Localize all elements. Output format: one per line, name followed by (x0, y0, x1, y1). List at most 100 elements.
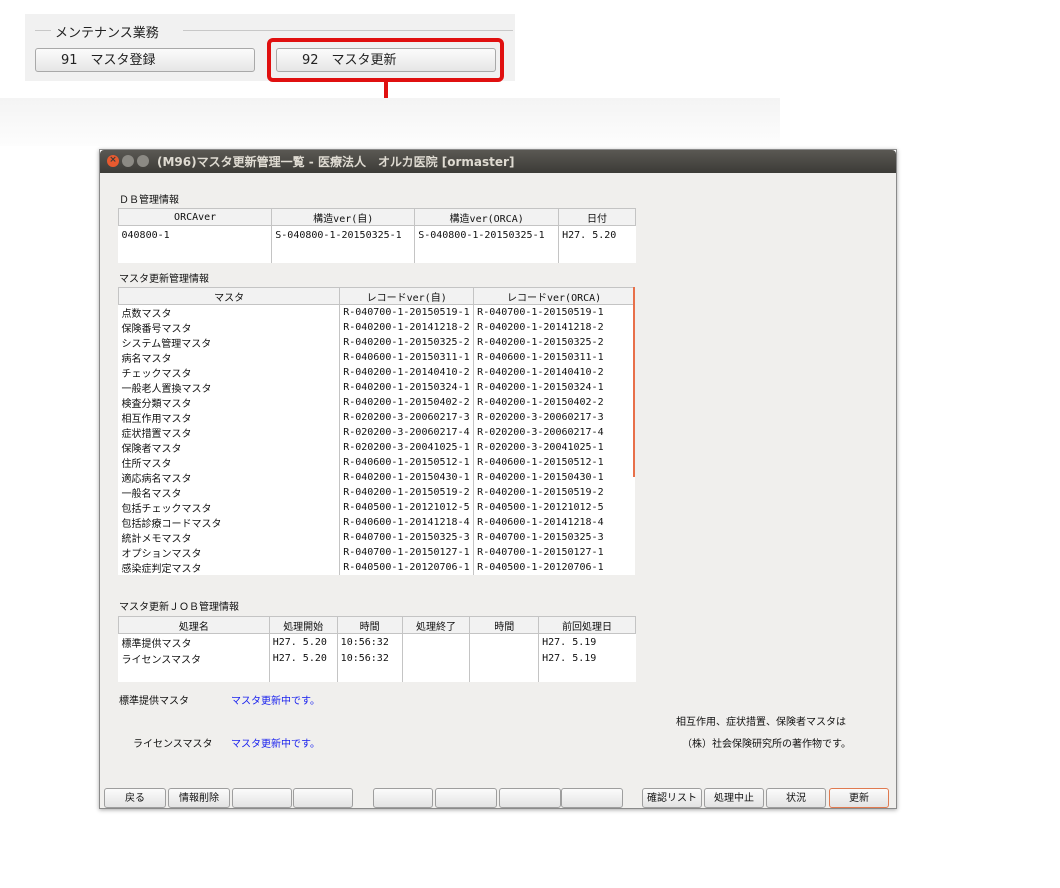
table-cell: R-040200-1-20150430-1 (339, 470, 474, 485)
table-cell: H27. 5.20 (268, 650, 338, 667)
table-row[interactable]: 相互作用マスタ R-020200-3-20060217-3 R-020200-3-2… (119, 410, 635, 425)
table-cell: R-040200-1-20140410-2 (473, 365, 635, 380)
minimize-icon[interactable] (122, 155, 134, 167)
table-cell: R-040500-1-20120706-1 (473, 560, 635, 575)
table-cell (469, 666, 539, 682)
table-cell: H27. 5.20 (268, 633, 338, 651)
table-cell: R-040600-1-20141218-4 (473, 515, 635, 530)
empty-function-button[interactable] (561, 788, 623, 808)
table-cell: R-040600-1-20150512-1 (473, 455, 635, 470)
table-row[interactable]: システム管理マスタ R-040200-1-20150325-2 R-040200-1… (119, 335, 635, 350)
column-header[interactable]: 処理開始 (268, 616, 338, 634)
table-cell: 感染症判定マスタ (121, 564, 202, 575)
column-header[interactable]: マスタ (117, 287, 341, 305)
column-header[interactable]: レコードver(自) (339, 287, 475, 305)
table-cell: R-040200-1-20150324-1 (339, 380, 474, 395)
column-header[interactable]: 日付 (558, 208, 636, 226)
table-cell: R-020200-3-20060217-4 (339, 425, 474, 440)
db-info-table: ORCAver 構造ver(自) 構造ver(ORCA) 日付 040800-1 S-0… (117, 208, 636, 263)
table-cell: R-040200-1-20140410-2 (339, 365, 474, 380)
table-cell: R-020200-3-20041025-1 (339, 440, 474, 455)
window-body: ＤＢ管理情報 ORCAver 構造ver(自) 構造ver(ORCA) 日付 0408… (100, 173, 896, 808)
table-cell: R-040700-1-20150325-3 (473, 530, 635, 545)
table-cell (271, 244, 415, 263)
column-header[interactable]: 構造ver(ORCA) (414, 208, 560, 226)
table-row[interactable]: 一般老人置換マスタ R-040200-1-20150324-1 R-040200-1… (119, 380, 635, 395)
table-row[interactable]: 標準提供マスタ H27. 5.20 10:56:32 H27. 5.19 (119, 633, 636, 651)
column-header[interactable]: 前回処理日 (538, 616, 636, 634)
table-cell: 症状措置マスタ (121, 429, 192, 440)
table-cell: R-040200-1-20150324-1 (473, 380, 635, 395)
table-row[interactable]: オプションマスタ R-040700-1-20150127-1 R-040700-1-… (119, 545, 635, 560)
table-row[interactable]: 点数マスタ R-040700-1-20150519-1 R-040700-1-201… (119, 304, 635, 320)
column-header[interactable]: 処理名 (118, 616, 270, 634)
update-button[interactable]: 更新 (829, 788, 889, 808)
master-update-window: × (M96)マスタ更新管理一覧 - 医療法人 オルカ医院 [ormaster]… (99, 149, 897, 809)
table-cell: ライセンスマスタ (121, 655, 202, 667)
table-cell: 保険者マスタ (121, 444, 182, 455)
table-row[interactable]: 住所マスタ R-040600-1-20150512-1 R-040600-1-201… (119, 455, 635, 470)
delete-info-button[interactable]: 情報削除 (168, 788, 230, 808)
table-row[interactable]: 症状措置マスタ R-020200-3-20060217-4 R-020200-3-2… (119, 425, 635, 440)
license-status-value: マスタ更新中です。 (231, 739, 320, 750)
table-row[interactable]: 保険者マスタ R-020200-3-20041025-1 R-020200-3-20… (119, 440, 635, 455)
table-row[interactable]: 統計メモマスタ R-040700-1-20150325-3 R-040700-1-2… (119, 530, 635, 545)
table-cell: 検査分類マスタ (121, 399, 192, 410)
table-cell: チェックマスタ (121, 369, 192, 380)
table-cell: 標準提供マスタ (121, 638, 192, 650)
master-register-button[interactable]: 91 マスタ登録 (35, 48, 255, 72)
table-cell: R-040200-1-20150430-1 (473, 470, 635, 485)
column-header[interactable]: 時間 (469, 616, 540, 634)
master-info-table: マスタ レコードver(自) レコードver(ORCA) 点数マスタ R-040700… (117, 287, 635, 575)
column-header[interactable]: 時間 (336, 616, 403, 634)
table-row[interactable]: 適応病名マスタ R-040200-1-20150430-1 R-040200-1-2… (119, 470, 635, 485)
table-row (119, 666, 636, 682)
empty-function-button[interactable] (435, 788, 497, 808)
window-titlebar: × (M96)マスタ更新管理一覧 - 医療法人 オルカ医院 [ormaster] (100, 150, 896, 173)
table-row[interactable]: 包括診療コードマスタ R-040600-1-20141218-4 R-040600-… (119, 515, 635, 530)
empty-function-button[interactable] (293, 788, 353, 808)
table-row[interactable]: 病名マスタ R-040600-1-20150311-1 R-040600-1-201… (119, 350, 635, 365)
table-row[interactable]: 保険番号マスタ R-040200-1-20141218-2 R-040200-1-2… (119, 320, 635, 335)
table-cell (558, 244, 636, 263)
table-row[interactable]: 一般名マスタ R-040200-1-20150519-2 R-040200-1-20… (119, 485, 635, 500)
table-cell: R-020200-3-20060217-3 (473, 410, 635, 425)
abort-process-button[interactable]: 処理中止 (704, 788, 764, 808)
table-cell: 10:56:32 (336, 650, 403, 667)
table-cell (401, 650, 470, 667)
close-icon[interactable]: × (107, 155, 119, 167)
table-cell: R-040200-1-20150325-2 (339, 335, 474, 350)
standard-status-label: 標準提供マスタ (119, 696, 189, 707)
empty-function-button[interactable] (373, 788, 433, 808)
table-scrollbar[interactable] (633, 287, 635, 477)
column-header[interactable]: 構造ver(自) (271, 208, 416, 226)
table-row[interactable]: 包括チェックマスタ R-040500-1-20121012-5 R-040500-1… (119, 500, 635, 515)
back-button[interactable]: 戻る (104, 788, 166, 808)
empty-function-button[interactable] (499, 788, 561, 808)
table-row[interactable]: 感染症判定マスタ R-040500-1-20120706-1 R-040500-1-… (119, 560, 635, 575)
table-cell: 一般名マスタ (121, 489, 182, 500)
confirm-list-button[interactable]: 確認リスト (642, 788, 702, 808)
table-cell: R-040600-1-20141218-4 (339, 515, 474, 530)
table-cell: R-040200-1-20141218-2 (473, 320, 635, 335)
status-button[interactable]: 状況 (766, 788, 826, 808)
table-cell: R-040600-1-20150311-1 (473, 350, 635, 365)
table-row[interactable]: ライセンスマスタ H27. 5.20 10:56:32 H27. 5.19 (119, 650, 636, 667)
table-cell: 一般老人置換マスタ (121, 384, 212, 395)
column-header[interactable]: 処理終了 (401, 616, 471, 634)
table-cell: R-040700-1-20150519-1 (339, 304, 474, 320)
table-cell: R-020200-3-20060217-4 (473, 425, 635, 440)
highlight-frame (267, 38, 504, 82)
table-row[interactable]: 検査分類マスタ R-040200-1-20150402-2 R-040200-1-2… (119, 395, 635, 410)
empty-function-button[interactable] (232, 788, 292, 808)
table-cell: R-040700-1-20150127-1 (339, 545, 474, 560)
maximize-icon[interactable] (137, 155, 149, 167)
standard-status-value: マスタ更新中です。 (231, 696, 320, 707)
table-row[interactable]: チェックマスタ R-040200-1-20140410-2 R-040200-1-2… (119, 365, 635, 380)
column-header[interactable]: レコードver(ORCA) (473, 287, 635, 305)
table-cell: H27. 5.20 (558, 225, 636, 245)
column-header[interactable]: ORCAver (117, 208, 273, 226)
table-row[interactable]: 040800-1 S-040800-1-20150325-1 S-040800-1-… (119, 225, 636, 245)
table-cell: 適応病名マスタ (121, 474, 192, 485)
table-row (119, 244, 636, 263)
